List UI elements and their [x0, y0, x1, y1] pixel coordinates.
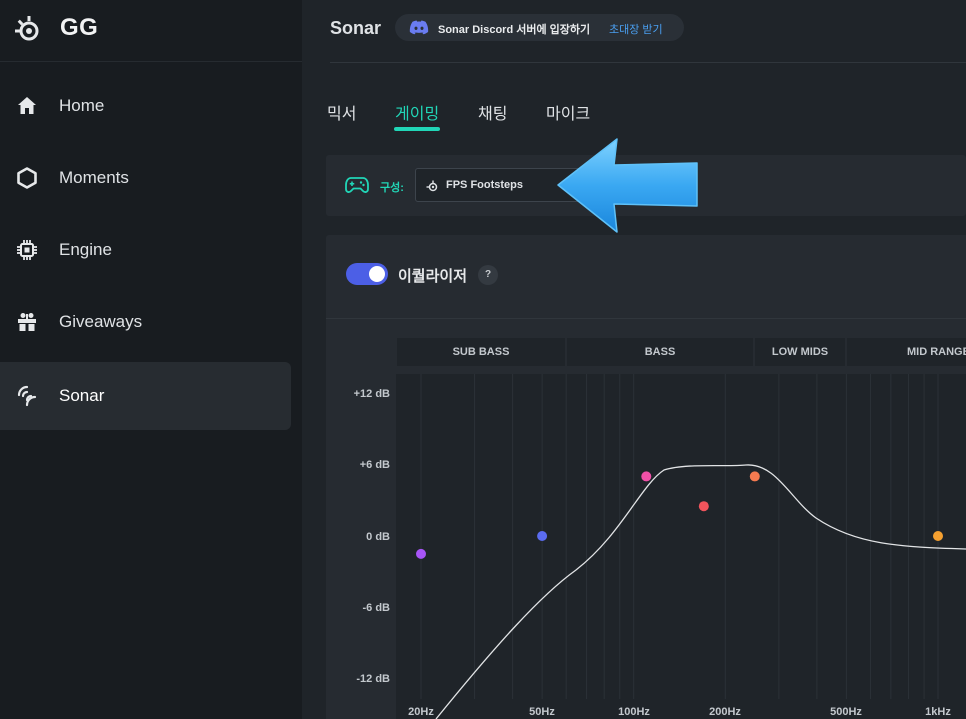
- hz-label: 50Hz: [529, 706, 555, 718]
- tab-mixer[interactable]: 믹서: [327, 100, 356, 124]
- equalizer-graph[interactable]: +12 dB +6 dB 0 dB -6 dB -12 dB 20Hz 50Hz…: [326, 235, 966, 719]
- db-label: 0 dB: [366, 531, 390, 543]
- discord-icon: [409, 20, 429, 35]
- header-divider: [330, 62, 966, 63]
- config-selected-value: FPS Footsteps: [446, 179, 524, 191]
- sidebar-item-label: Home: [59, 96, 105, 115]
- db-label: -6 dB: [363, 602, 391, 614]
- db-label: +6 dB: [360, 459, 390, 471]
- discord-invite-link[interactable]: 초대장 받기: [609, 21, 663, 37]
- page-title: Sonar: [330, 18, 382, 38]
- sidebar-item-label: Engine: [59, 240, 112, 259]
- eq-band-handle[interactable]: [641, 471, 652, 482]
- equalizer-panel: 이퀄라이저 ? SUB BASS BASS LOW MIDS MID RANGE…: [326, 235, 966, 719]
- eq-band-handle[interactable]: [749, 471, 760, 482]
- tab-gaming[interactable]: 게이밍: [395, 100, 439, 124]
- hz-label: 1kHz: [925, 706, 951, 718]
- graph-area: [396, 374, 966, 719]
- main-content: Sonar Sonar Discord 서버에 입장하기 초대장 받기 믹서 게…: [302, 0, 966, 719]
- sidebar-item-sonar[interactable]: Sonar: [0, 362, 291, 430]
- sidebar-item-label: Giveaways: [59, 312, 143, 331]
- brand-title: GG: [60, 14, 99, 41]
- db-label: -12 dB: [356, 673, 390, 685]
- hz-label: 100Hz: [618, 706, 650, 718]
- hexagon-icon: [17, 167, 37, 189]
- sonar-icon: [17, 385, 37, 407]
- config-preset-select[interactable]: FPS Footsteps: [415, 168, 605, 202]
- chip-icon: [17, 240, 37, 260]
- sidebar-item-giveaways[interactable]: Giveaways: [0, 288, 291, 356]
- home-icon: [18, 97, 36, 114]
- config-label: 구성:: [380, 182, 404, 194]
- steelseries-preset-icon: [426, 180, 438, 192]
- db-axis: +12 dB +6 dB 0 dB -6 dB -12 dB: [354, 388, 390, 685]
- sidebar-item-label: Sonar: [59, 386, 105, 405]
- hz-label: 20Hz: [408, 706, 434, 718]
- tab-mic[interactable]: 마이크: [546, 100, 590, 124]
- eq-band-handle[interactable]: [416, 548, 426, 559]
- active-tab-indicator: [394, 127, 440, 131]
- hz-label: 500Hz: [830, 706, 862, 718]
- discord-invite-banner[interactable]: Sonar Discord 서버에 입장하기 초대장 받기: [395, 14, 684, 41]
- hz-label: 200Hz: [709, 706, 741, 718]
- discord-banner-text: Sonar Discord 서버에 입장하기: [438, 24, 591, 36]
- sidebar-item-home[interactable]: Home: [0, 72, 291, 140]
- gamepad-icon: [345, 177, 369, 193]
- gift-icon: [18, 313, 36, 331]
- config-bar: 구성: FPS Footsteps: [326, 155, 966, 216]
- eq-band-handle[interactable]: [933, 531, 943, 541]
- steelseries-logo-icon[interactable]: [12, 13, 42, 43]
- db-label: +12 dB: [354, 388, 390, 400]
- sidebar-item-engine[interactable]: Engine: [0, 216, 291, 284]
- sidebar: GG Home Moments Engine Giveaways Sonar: [0, 0, 302, 719]
- eq-band-handle[interactable]: [537, 531, 548, 541]
- eq-band-handle[interactable]: [698, 501, 709, 512]
- app-window: GG Home Moments Engine Giveaways Sonar S…: [0, 0, 966, 719]
- sidebar-item-moments[interactable]: Moments: [0, 144, 291, 212]
- tab-chat[interactable]: 채팅: [478, 100, 507, 124]
- sidebar-item-label: Moments: [59, 168, 129, 187]
- brand-header: GG: [0, 0, 302, 62]
